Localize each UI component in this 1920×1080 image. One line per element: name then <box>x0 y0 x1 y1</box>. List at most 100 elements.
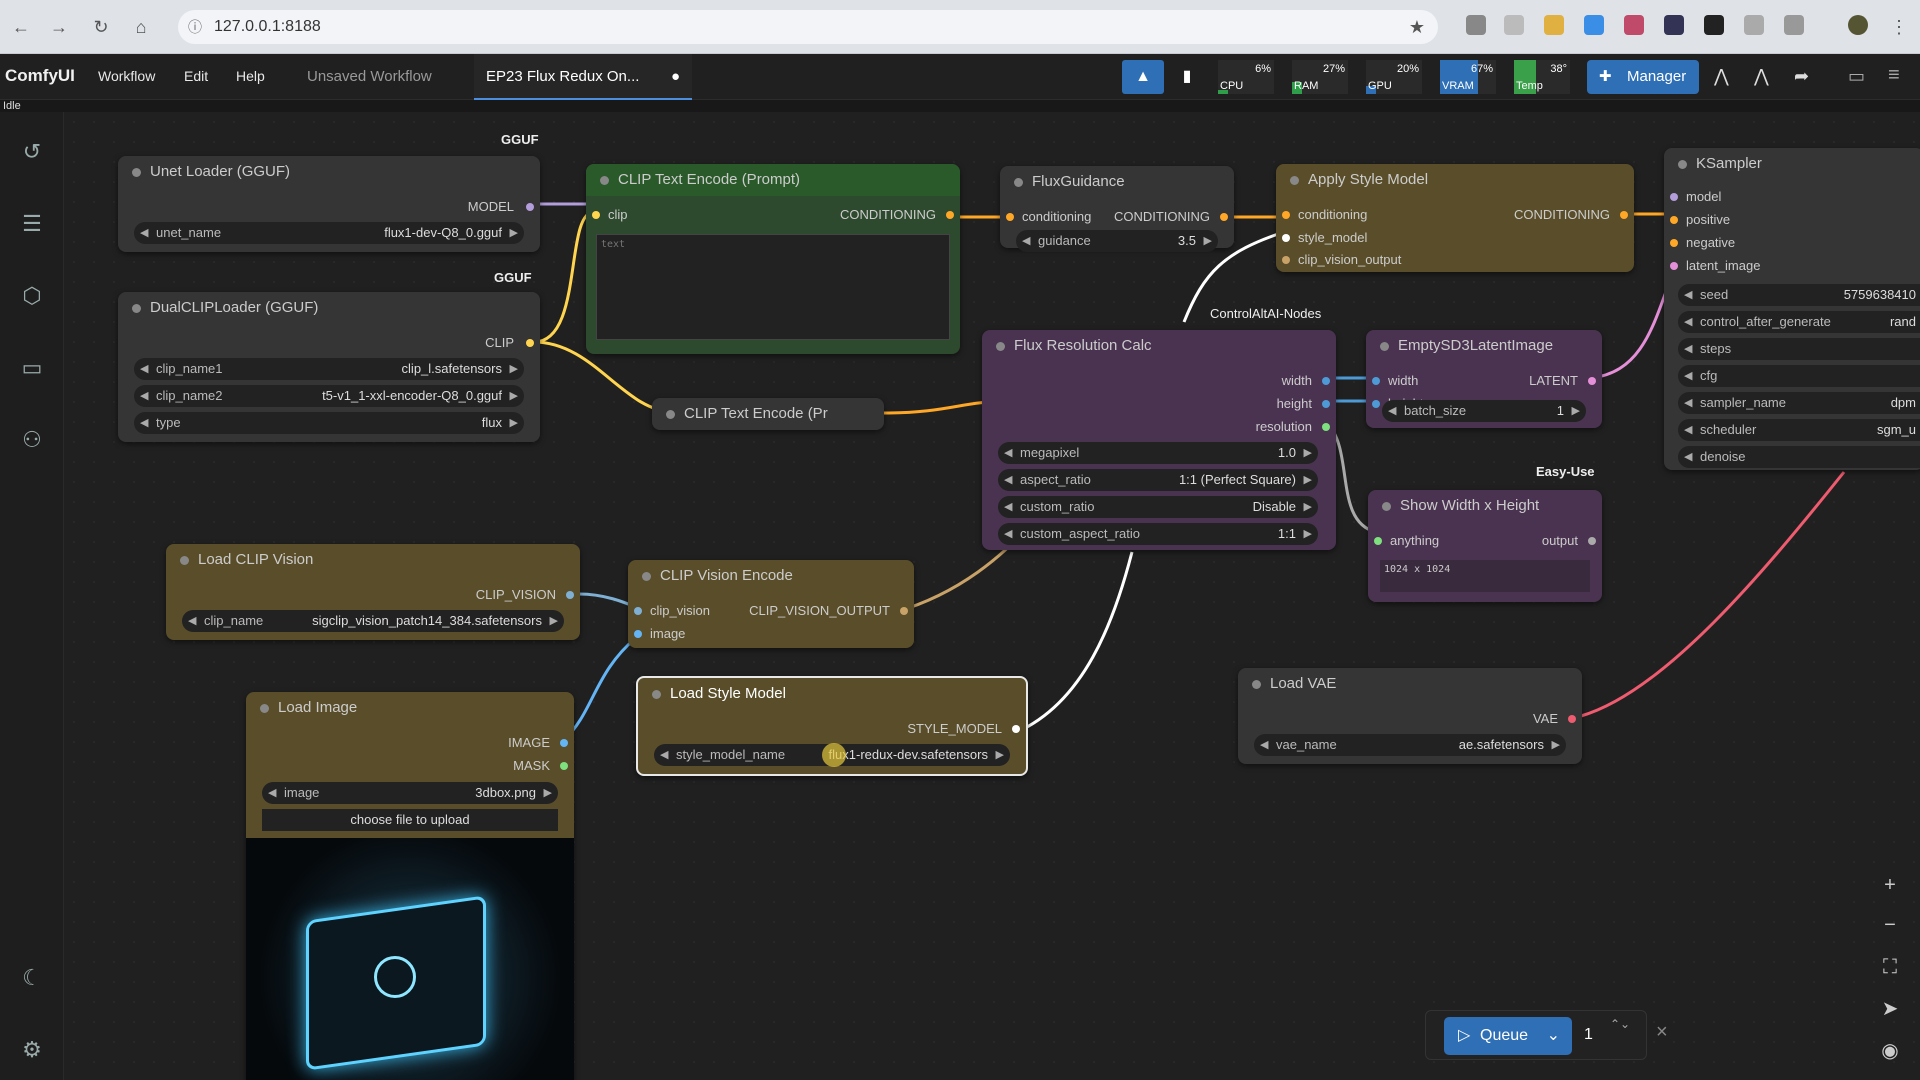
anything-input-dot[interactable] <box>1374 537 1382 545</box>
chevron-down-icon[interactable]: ⌄ <box>1547 1017 1560 1055</box>
browser-menu-icon[interactable]: ⋮ <box>1886 14 1912 40</box>
clip-name2-widget[interactable]: clip_name2 t5-v1_1-xxl-encoder-Q8_0.gguf <box>134 385 524 407</box>
type-widget[interactable]: type flux <box>134 412 524 434</box>
reload-icon[interactable]: ↻ <box>88 14 114 40</box>
batch-count[interactable]: 1 <box>1584 1026 1593 1044</box>
clip-output-dot[interactable] <box>526 339 534 347</box>
show-width-height-node[interactable]: Show Width x Height anything output 1024… <box>1368 490 1602 602</box>
output-dot[interactable] <box>1588 537 1596 545</box>
fit-view-icon[interactable]: ⛶ <box>1876 956 1904 984</box>
site-info-icon[interactable]: ⓘ <box>188 10 202 44</box>
node-title[interactable]: Load VAE <box>1238 668 1582 700</box>
extension-dark-icon[interactable] <box>1704 15 1724 35</box>
load-image-node[interactable]: Load Image IMAGE MASK image 3dbox.png cho… <box>246 692 574 1080</box>
share-alt-icon[interactable]: ⋀ <box>1754 66 1769 87</box>
zoom-in-icon[interactable]: + <box>1876 874 1904 902</box>
menu-edit[interactable]: Edit <box>184 68 208 84</box>
manager-button[interactable]: ✚ Manager <box>1587 60 1699 94</box>
clip-vision-input-dot[interactable] <box>634 607 642 615</box>
clip-vision-output-dot[interactable] <box>566 591 574 599</box>
back-icon[interactable]: ← <box>8 14 34 40</box>
ksampler-node[interactable]: KSampler model positive negative latent_… <box>1664 148 1920 470</box>
extension-folder-icon[interactable] <box>1544 15 1564 35</box>
history-icon[interactable]: ↺ <box>18 138 46 166</box>
node-title[interactable]: Unet Loader (GGUF) <box>118 156 540 188</box>
latent-input-dot[interactable] <box>1670 262 1678 270</box>
clip-vision-input-dot[interactable] <box>1282 256 1290 264</box>
node-title[interactable]: Flux Resolution Calc <box>982 330 1336 362</box>
conditioning-output-dot[interactable] <box>1220 213 1228 221</box>
extension-grid-icon[interactable] <box>1664 15 1684 35</box>
menu-help[interactable]: Help <box>236 68 265 84</box>
clip-vision-encode-node[interactable]: CLIP Vision Encode clip_vision image CLI… <box>628 560 914 648</box>
style-model-input-dot[interactable] <box>1282 234 1290 242</box>
hamburger-menu-icon[interactable]: ≡ <box>1888 64 1900 87</box>
node-title[interactable]: FluxGuidance <box>1000 166 1234 198</box>
extension-blue-icon[interactable] <box>1584 15 1604 35</box>
model-library-icon[interactable]: ⬡ <box>18 282 46 310</box>
zoom-out-icon[interactable]: − <box>1876 914 1904 942</box>
vae-name-widget[interactable]: vae_name ae.safetensors <box>1254 734 1566 756</box>
tab-unsaved-workflow[interactable]: Unsaved Workflow <box>295 54 444 100</box>
extension-red-icon[interactable] <box>1624 15 1644 35</box>
clip-vision-output-dot[interactable] <box>900 607 908 615</box>
node-title[interactable]: KSampler <box>1664 148 1920 180</box>
clip-name-widget[interactable]: clip_name sigclip_vision_patch14_384.safe… <box>182 610 564 632</box>
scheduler-widget[interactable]: scheduler sgm_u <box>1678 419 1920 441</box>
custom-aspect-ratio-widget[interactable]: custom_aspect_ratio 1:1 <box>998 523 1318 545</box>
node-title[interactable]: Load Style Model <box>638 678 1026 710</box>
cfg-widget[interactable]: cfg <box>1678 365 1920 387</box>
height-input-dot[interactable] <box>1372 400 1380 408</box>
profile-avatar[interactable] <box>1848 15 1868 35</box>
forward-icon[interactable]: → <box>46 14 72 40</box>
unet-name-widget[interactable]: unet_name flux1-dev-Q8_0.gguf <box>134 222 524 244</box>
graph-canvas[interactable]: GGUF GGUF ControlAltAI-Nodes Easy-Use Un… <box>64 112 1920 1080</box>
mask-output-dot[interactable] <box>560 762 568 770</box>
extension-abp-icon[interactable] <box>1466 15 1486 35</box>
positive-input-dot[interactable] <box>1670 216 1678 224</box>
theme-moon-icon[interactable]: ☾ <box>18 964 46 992</box>
flux-resolution-calc-node[interactable]: Flux Resolution Calc width height resolu… <box>982 330 1336 550</box>
load-vae-node[interactable]: Load VAE VAE vae_name ae.safetensors <box>1238 668 1582 764</box>
eye-visibility-icon[interactable]: ◉ <box>1876 1038 1904 1066</box>
empty-sd3-latent-node[interactable]: EmptySD3LatentImage width height LATENT … <box>1366 330 1602 428</box>
clip-text-encode-node[interactable]: CLIP Text Encode (Prompt) clip CONDITION… <box>586 164 960 354</box>
dualclip-loader-node[interactable]: DualCLIPLoader (GGUF) CLIP clip_name1cli… <box>118 292 540 442</box>
home-icon[interactable]: ⌂ <box>128 14 154 40</box>
model-input-dot[interactable] <box>1670 193 1678 201</box>
image-output-dot[interactable] <box>560 739 568 747</box>
queue-button[interactable]: ▷ Queue ⌄ <box>1444 1017 1572 1055</box>
upload-button[interactable]: choose file to upload <box>262 809 558 831</box>
extension-cloud-icon[interactable] <box>1744 15 1764 35</box>
node-title[interactable]: Load Image <box>246 692 574 724</box>
load-clip-vision-node[interactable]: Load CLIP Vision CLIP_VISION clip_name si… <box>166 544 580 640</box>
node-title[interactable]: CLIP Text Encode (Pr <box>652 398 884 430</box>
batch-size-widget[interactable]: batch_size 1 <box>1382 400 1586 422</box>
stepper-icon[interactable]: ⌃⌄ <box>1610 1017 1630 1031</box>
custom-ratio-toggle[interactable]: custom_ratio Disable <box>998 496 1318 518</box>
guidance-widget[interactable]: guidance 3.5 <box>1016 230 1218 252</box>
resolution-output-dot[interactable] <box>1322 423 1330 431</box>
unet-loader-node[interactable]: Unet Loader (GGUF) MODEL unet_name flux1-… <box>118 156 540 252</box>
crystools-icon[interactable]: ▲ <box>1122 60 1164 94</box>
panel-toggle-icon[interactable]: ▭ <box>1848 66 1865 87</box>
node-library-icon[interactable]: ⚇ <box>18 426 46 454</box>
node-title[interactable]: Apply Style Model <box>1276 164 1634 196</box>
node-title[interactable]: EmptySD3LatentImage <box>1366 330 1602 362</box>
address-bar[interactable]: ⓘ 127.0.0.1:8188 <box>178 10 1438 44</box>
conditioning-input-dot[interactable] <box>1282 211 1290 219</box>
megapixel-widget[interactable]: megapixel 1.0 <box>998 442 1318 464</box>
conditioning-output-dot[interactable] <box>1620 211 1628 219</box>
node-title[interactable]: Load CLIP Vision <box>166 544 580 576</box>
workflows-folder-icon[interactable]: ▭ <box>18 354 46 382</box>
conditioning-output-dot[interactable] <box>946 211 954 219</box>
clip-text-encode-collapsed-node[interactable]: CLIP Text Encode (Pr <box>652 398 884 430</box>
queue-list-icon[interactable]: ☰ <box>18 210 46 238</box>
settings-gear-icon[interactable]: ⚙ <box>18 1036 46 1064</box>
steps-widget[interactable]: steps <box>1678 338 1920 360</box>
latent-output-dot[interactable] <box>1588 377 1596 385</box>
prompt-textarea[interactable] <box>596 234 950 340</box>
style-model-output-dot[interactable] <box>1012 725 1020 733</box>
node-title[interactable]: DualCLIPLoader (GGUF) <box>118 292 540 324</box>
share-icon[interactable]: ⋀ <box>1714 66 1729 87</box>
